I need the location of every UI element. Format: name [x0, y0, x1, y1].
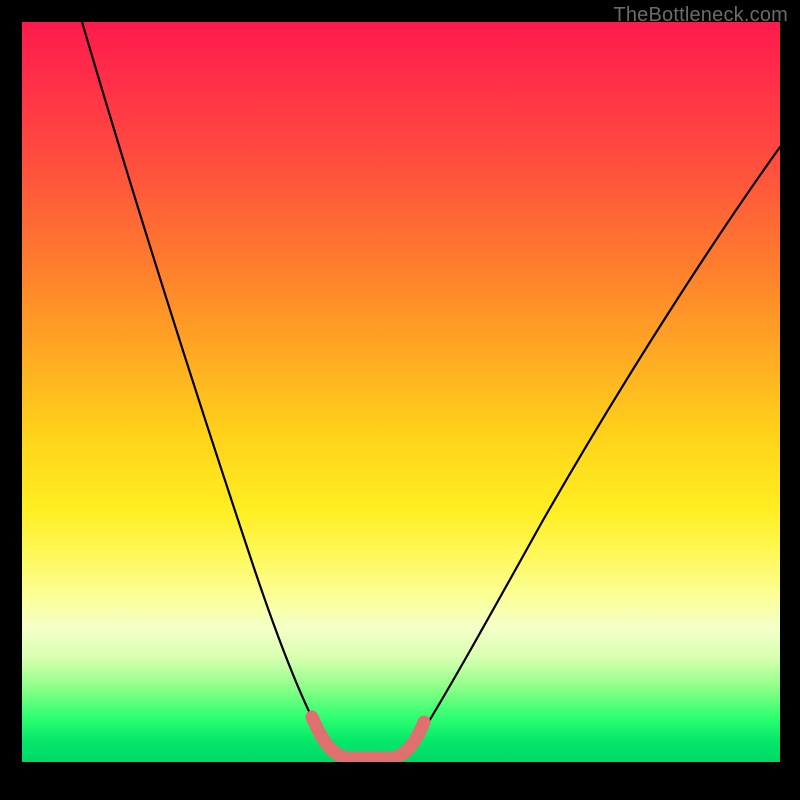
curve-svg [22, 22, 780, 762]
plot-area [22, 22, 780, 762]
bottleneck-curve-path [82, 22, 780, 759]
chart-frame: TheBottleneck.com [0, 0, 800, 800]
highlight-segment [312, 717, 424, 758]
